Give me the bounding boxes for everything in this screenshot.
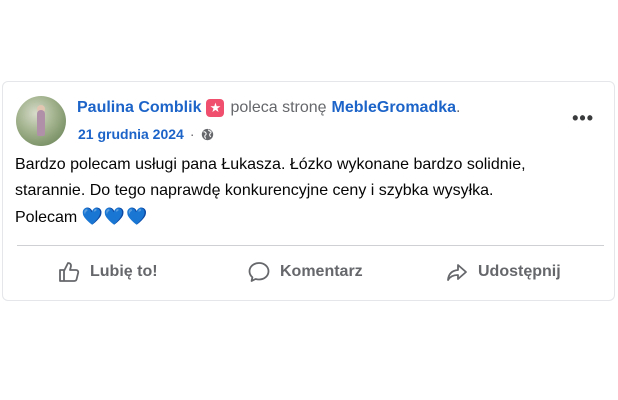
share-arrow-icon <box>447 264 467 281</box>
post-text-line-last: Polecam 💙💙💙 <box>15 204 600 231</box>
like-button[interactable]: Lubię to! <box>57 256 158 288</box>
meta-separator: · <box>189 126 195 142</box>
globe-icon[interactable] <box>201 128 214 141</box>
post-header: Paulina Comblik ★ poleca stronę MebleGro… <box>77 98 460 118</box>
post-card: Paulina Comblik ★ poleca stronę MebleGro… <box>2 81 615 301</box>
like-label: Lubię to! <box>90 263 158 280</box>
page-name[interactable]: MebleGromadka <box>332 98 456 118</box>
post-actions: Lubię to! Komentarz Udostępnij <box>3 256 614 288</box>
comment-label: Komentarz <box>280 263 363 280</box>
post-meta: 21 grudnia 2024 · <box>78 125 214 143</box>
post-text: Bardzo polecam usługi pana Łukasza. Łózk… <box>15 152 600 231</box>
actions-divider <box>17 245 604 246</box>
post-text-line: Bardzo polecam usługi pana Łukasza. Łózk… <box>15 156 526 173</box>
header-period: . <box>456 99 461 116</box>
blue-hearts-emoji: 💙💙💙 <box>81 207 149 226</box>
comment-button[interactable]: Komentarz <box>247 256 363 288</box>
avatar-figure <box>37 110 45 136</box>
comment-bubble-icon <box>248 262 270 282</box>
thumbs-up-icon <box>59 262 80 282</box>
recommend-verb: poleca stronę <box>230 99 327 116</box>
recommend-star-icon: ★ <box>206 99 225 117</box>
post-text-line: Polecam <box>15 209 78 226</box>
post-text-line: starannie. Do tego naprawdę konkurencyjn… <box>15 182 494 199</box>
share-button[interactable]: Udostępnij <box>445 256 561 288</box>
avatar[interactable] <box>16 96 66 146</box>
more-options-button[interactable]: ••• <box>572 108 594 129</box>
post-date[interactable]: 21 grudnia 2024 <box>78 125 184 143</box>
author-name[interactable]: Paulina Comblik <box>77 98 201 118</box>
share-label: Udostępnij <box>478 263 561 280</box>
